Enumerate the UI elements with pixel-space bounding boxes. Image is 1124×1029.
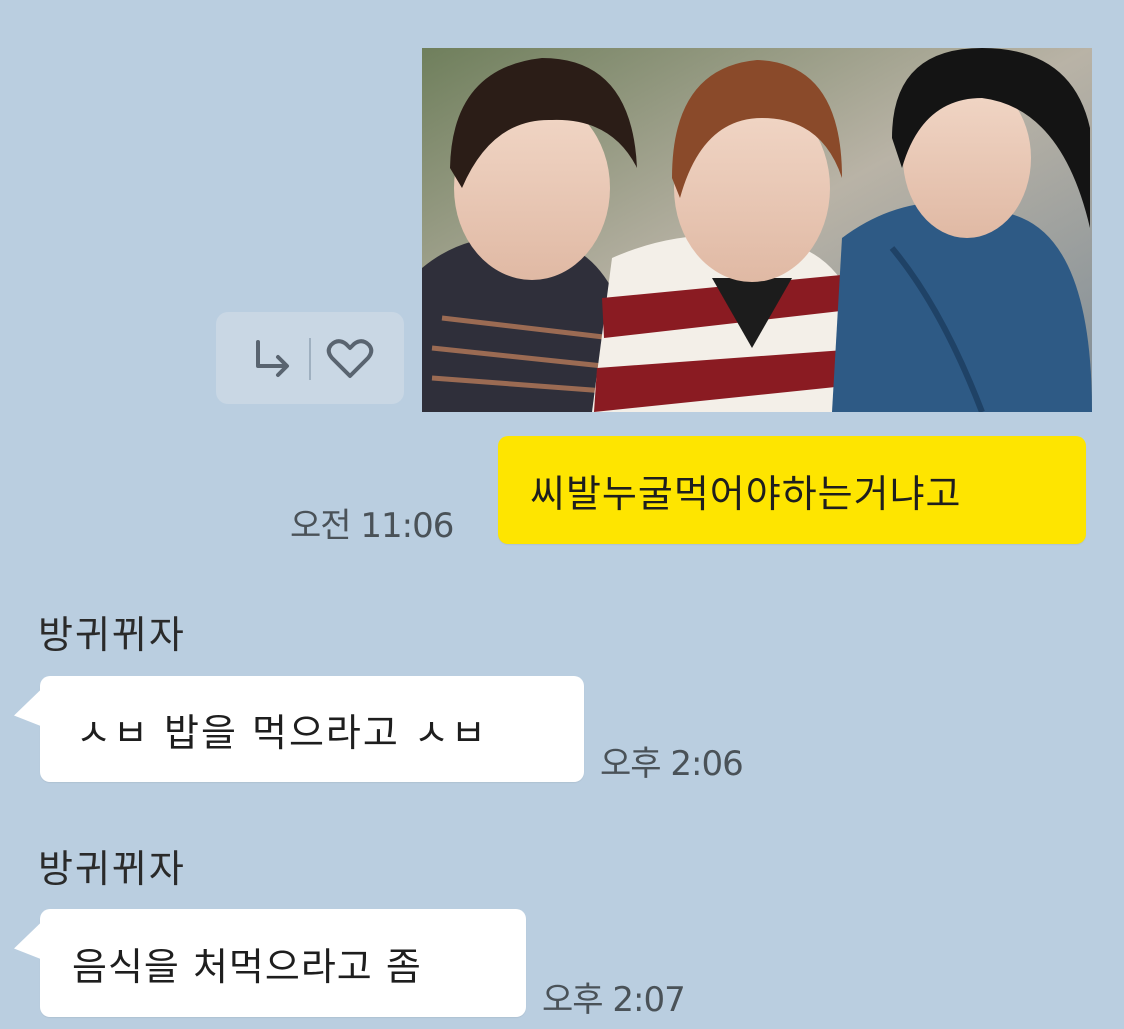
outgoing-message-bubble[interactable]: 씨발누굴먹어야하는거냐고 — [498, 436, 1086, 544]
message-time: 오후 2:07 — [542, 980, 686, 1020]
chat-room: 오전 11:06 씨발누굴먹어야하는거냐고 방귀뀌자 ㅅㅂ 밥을 먹으라고 ㅅㅂ… — [0, 0, 1124, 1029]
incoming-message-bubble[interactable]: ㅅㅂ 밥을 먹으라고 ㅅㅂ — [40, 676, 584, 782]
shared-photo[interactable] — [422, 48, 1092, 412]
pill-divider — [309, 338, 311, 380]
sender-name[interactable]: 방귀뀌자 — [38, 838, 186, 893]
sender-name[interactable]: 방귀뀌자 — [38, 604, 186, 659]
message-time: 오후 2:06 — [600, 744, 744, 784]
message-text: 음식을 처먹으라고 좀 — [72, 944, 422, 989]
heart-outline-icon[interactable] — [322, 336, 378, 382]
share-forward-icon[interactable] — [246, 336, 296, 382]
message-text: ㅅㅂ 밥을 먹으라고 ㅅㅂ — [76, 710, 488, 755]
photo-illustration — [422, 48, 1092, 412]
incoming-message-bubble[interactable]: 음식을 처먹으라고 좀 — [40, 909, 526, 1017]
message-time: 오전 11:06 — [290, 506, 454, 546]
photo-action-pill — [216, 312, 404, 404]
